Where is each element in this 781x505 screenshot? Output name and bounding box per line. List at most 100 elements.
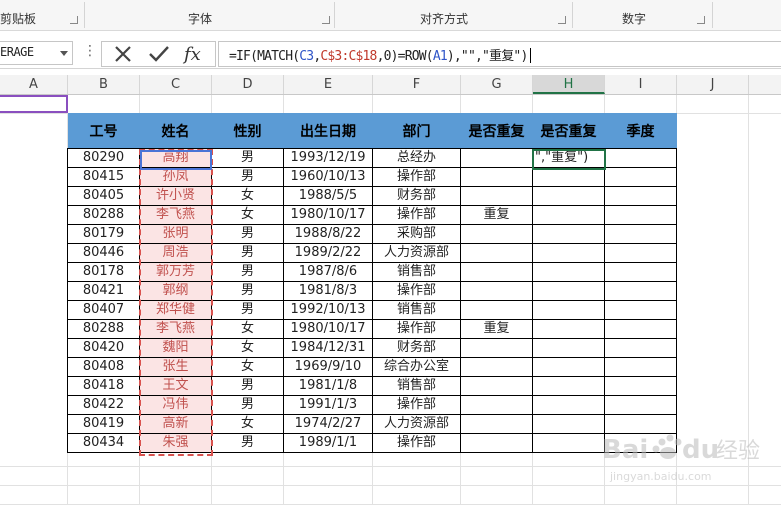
cell-quarter[interactable]	[604, 186, 677, 206]
column-header-f[interactable]: F	[373, 75, 461, 94]
cell-duplicate-g[interactable]: 重复	[460, 319, 533, 339]
cell-id[interactable]: 80407	[67, 300, 140, 320]
number-launcher-icon[interactable]	[697, 16, 705, 24]
cell-birthdate[interactable]: 1980/10/17	[283, 319, 373, 339]
cell-id[interactable]: 80446	[67, 243, 140, 263]
cell-duplicate-h[interactable]	[532, 357, 605, 377]
header-birthdate[interactable]: 出生日期	[283, 113, 373, 149]
cell-name[interactable]: 高翔	[139, 148, 212, 168]
header-name[interactable]: 姓名	[139, 113, 212, 149]
cell-gender[interactable]: 男	[211, 262, 284, 282]
cell-duplicate-g[interactable]	[460, 433, 533, 453]
cell-duplicate-g[interactable]	[460, 262, 533, 282]
cell-name[interactable]: 郑华健	[139, 300, 212, 320]
cell-quarter[interactable]	[604, 319, 677, 339]
cell-department[interactable]: 操作部	[372, 205, 461, 225]
cell-birthdate[interactable]: 1981/8/3	[283, 281, 373, 301]
cell-id[interactable]: 80288	[67, 205, 140, 225]
cell-birthdate[interactable]: 1960/10/13	[283, 167, 373, 187]
cell-birthdate[interactable]: 1981/1/8	[283, 376, 373, 396]
cell-birthdate[interactable]: 1974/2/27	[283, 414, 373, 434]
column-header-b[interactable]: B	[68, 75, 140, 94]
cell-gender[interactable]: 男	[211, 148, 284, 168]
column-header-h[interactable]: H	[533, 75, 605, 94]
cell-duplicate-h[interactable]	[532, 338, 605, 358]
cell-birthdate[interactable]: 1980/10/17	[283, 205, 373, 225]
cell-department[interactable]: 采购部	[372, 224, 461, 244]
clipboard-launcher-icon[interactable]	[70, 16, 78, 24]
cell-department[interactable]: 财务部	[372, 338, 461, 358]
cell-gender[interactable]: 男	[211, 300, 284, 320]
formula-input[interactable]: =IF(MATCH(C3,C$3:C$18,0)=ROW(A1),"","重复"…	[218, 41, 781, 67]
cell-duplicate-g[interactable]	[460, 224, 533, 244]
cell-quarter[interactable]	[604, 395, 677, 415]
column-header-g[interactable]: G	[461, 75, 533, 94]
cell-department[interactable]: 人力资源部	[372, 414, 461, 434]
cell-gender[interactable]: 男	[211, 433, 284, 453]
cell-id[interactable]: 80179	[67, 224, 140, 244]
enter-check-icon[interactable]	[142, 42, 176, 66]
cell-department[interactable]: 操作部	[372, 395, 461, 415]
column-header-j[interactable]: J	[677, 75, 749, 94]
cell-id[interactable]: 80419	[67, 414, 140, 434]
cell-id[interactable]: 80422	[67, 395, 140, 415]
font-launcher-icon[interactable]	[322, 16, 330, 24]
cell-duplicate-h[interactable]	[532, 167, 605, 187]
ribbon-group-alignment[interactable]: 对齐方式	[420, 10, 468, 27]
cell-name[interactable]: 李飞燕	[139, 319, 212, 339]
cell-duplicate-h[interactable]	[532, 376, 605, 396]
cell-id[interactable]: 80405	[67, 186, 140, 206]
cell-duplicate-g[interactable]	[460, 148, 533, 168]
header-duplicate-h[interactable]: 是否重复	[532, 113, 605, 149]
cell-department[interactable]: 综合办公室	[372, 357, 461, 377]
cell-duplicate-h[interactable]	[532, 319, 605, 339]
header-gender[interactable]: 性别	[211, 113, 284, 149]
cell-name[interactable]: 魏阳	[139, 338, 212, 358]
cell-gender[interactable]: 男	[211, 395, 284, 415]
header-id[interactable]: 工号	[67, 113, 140, 149]
cell-duplicate-g[interactable]: 重复	[460, 205, 533, 225]
cancel-icon[interactable]	[106, 42, 140, 66]
column-header-d[interactable]: D	[212, 75, 284, 94]
cell-gender[interactable]: 男	[211, 224, 284, 244]
cell-birthdate[interactable]: 1989/2/22	[283, 243, 373, 263]
cell-gender[interactable]: 男	[211, 167, 284, 187]
cell-quarter[interactable]	[604, 243, 677, 263]
cell-quarter[interactable]	[604, 281, 677, 301]
cell-id[interactable]: 80408	[67, 357, 140, 377]
ribbon-group-number[interactable]: 数字	[622, 10, 646, 27]
cell-id[interactable]: 80421	[67, 281, 140, 301]
cell-name[interactable]: 高新	[139, 414, 212, 434]
cell-name[interactable]: 冯伟	[139, 395, 212, 415]
cell-duplicate-g[interactable]	[460, 300, 533, 320]
cell-id[interactable]: 80415	[67, 167, 140, 187]
cell-birthdate[interactable]: 1993/12/19	[283, 148, 373, 168]
cell-birthdate[interactable]: 1969/9/10	[283, 357, 373, 377]
cell-id[interactable]: 80418	[67, 376, 140, 396]
cell-quarter[interactable]	[604, 224, 677, 244]
cell-department[interactable]: 销售部	[372, 300, 461, 320]
cell-gender[interactable]: 女	[211, 186, 284, 206]
name-box[interactable]: ERAGE	[0, 41, 73, 65]
cell-duplicate-g[interactable]	[460, 281, 533, 301]
cell-quarter[interactable]	[604, 167, 677, 187]
cell-name[interactable]: 许小贤	[139, 186, 212, 206]
cell-duplicate-g[interactable]	[460, 414, 533, 434]
cell-name[interactable]: 郭万芳	[139, 262, 212, 282]
cell-quarter[interactable]	[604, 262, 677, 282]
cell-duplicate-g[interactable]	[460, 376, 533, 396]
cell-duplicate-g[interactable]	[460, 243, 533, 263]
cell-id[interactable]: 80434	[67, 433, 140, 453]
header-quarter[interactable]: 季度	[604, 113, 677, 149]
cell-duplicate-g[interactable]	[460, 357, 533, 377]
cell-gender[interactable]: 男	[211, 243, 284, 263]
cell-department[interactable]: 操作部	[372, 433, 461, 453]
cell-quarter[interactable]	[604, 338, 677, 358]
cell-quarter[interactable]	[604, 376, 677, 396]
cell-duplicate-h[interactable]	[532, 300, 605, 320]
cell-department[interactable]: 人力资源部	[372, 243, 461, 263]
cell-department[interactable]: 总经办	[372, 148, 461, 168]
cell-duplicate-h[interactable]	[532, 186, 605, 206]
cell-department[interactable]: 操作部	[372, 319, 461, 339]
cell-quarter[interactable]	[604, 357, 677, 377]
